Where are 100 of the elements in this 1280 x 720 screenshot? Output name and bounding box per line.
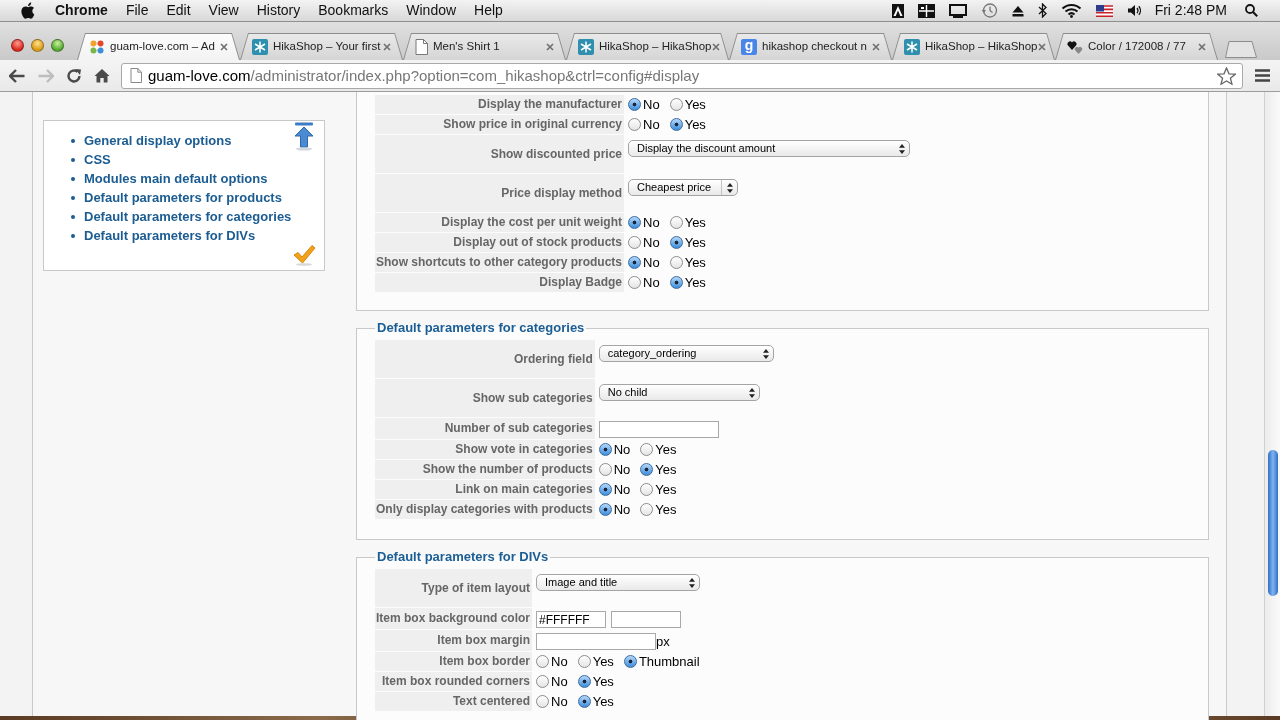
radio-label[interactable]: Yes — [684, 215, 706, 231]
radio-button[interactable] — [640, 483, 654, 497]
browser-tab[interactable]: g hikashop checkout n — [729, 33, 892, 60]
dropdown[interactable]: Image and title — [536, 574, 701, 591]
radio-button[interactable] — [598, 443, 612, 457]
dropdown[interactable]: Display the discount amount — [628, 140, 911, 157]
reload-icon[interactable] — [66, 67, 82, 84]
radio-label[interactable]: No — [551, 674, 568, 690]
radio-button[interactable] — [536, 675, 550, 689]
radio-button[interactable] — [628, 98, 642, 112]
apple-icon[interactable] — [20, 2, 35, 19]
wifi-icon[interactable] — [1060, 3, 1082, 18]
dropdown[interactable]: No child — [598, 384, 760, 401]
input-field[interactable] — [598, 421, 719, 439]
input-field[interactable] — [536, 633, 657, 651]
search-icon[interactable] — [1245, 4, 1258, 17]
radio-label[interactable]: Yes — [684, 117, 706, 133]
radio-label[interactable]: No — [613, 482, 631, 498]
address-bar[interactable]: guam-love.com/administrator/index.php?option=com_hikashop&ctrl=config#display — [121, 62, 1243, 89]
section-link[interactable]: Default parameters for DIVs — [84, 227, 256, 244]
close-icon[interactable] — [546, 42, 554, 51]
radio-label[interactable]: No — [643, 275, 660, 291]
radio-label[interactable]: Yes — [655, 462, 677, 478]
radio-button[interactable] — [628, 276, 642, 290]
dropdown[interactable]: Cheapest price — [628, 179, 739, 196]
close-icon[interactable] — [872, 42, 880, 51]
app-menu[interactable]: Chrome — [55, 2, 108, 19]
menu-item[interactable]: Edit — [166, 2, 191, 19]
radio-button[interactable] — [536, 695, 550, 709]
section-link[interactable]: Default parameters for products — [84, 189, 282, 206]
checkmark-icon[interactable] — [292, 244, 316, 266]
radio-button[interactable] — [598, 483, 612, 497]
section-link[interactable]: Modules main default options — [84, 170, 268, 187]
radio-label[interactable]: No — [613, 442, 631, 458]
close-icon[interactable] — [1037, 42, 1046, 51]
radio-button[interactable] — [669, 276, 683, 290]
close-icon[interactable] — [220, 42, 228, 51]
scrollbar-thumb[interactable] — [1268, 450, 1278, 596]
menu-item[interactable]: Window — [406, 2, 457, 19]
radio-button[interactable] — [623, 655, 637, 669]
section-link[interactable]: Default parameters for categories — [84, 208, 292, 225]
radio-button[interactable] — [536, 655, 550, 669]
maximize-button[interactable] — [51, 39, 64, 52]
radio-button[interactable] — [628, 216, 642, 230]
clock-icon[interactable] — [980, 2, 998, 19]
clock-text[interactable]: Fri 2:48 PM — [1154, 2, 1227, 19]
browser-tab[interactable]: HikaShop – HikaShop — [892, 33, 1055, 60]
minimize-button[interactable] — [31, 39, 44, 52]
menu-icon[interactable] — [1255, 69, 1270, 82]
radio-button[interactable] — [640, 503, 654, 517]
radio-label[interactable]: No — [551, 654, 568, 670]
menu-item[interactable]: History — [256, 2, 301, 19]
radio-button[interactable] — [669, 236, 683, 250]
close-icon[interactable] — [711, 42, 720, 51]
radio-button[interactable] — [577, 695, 591, 709]
browser-tab[interactable]: HikaShop – Your first — [240, 33, 403, 60]
menu-item[interactable]: Bookmarks — [318, 2, 389, 19]
star-icon[interactable] — [1217, 66, 1236, 85]
new-tab-button[interactable] — [1225, 41, 1257, 58]
input-field[interactable]: #FFFFFF — [536, 611, 607, 629]
radio-button[interactable] — [598, 463, 612, 477]
scrollbar-track[interactable] — [1264, 92, 1280, 716]
monitor-icon[interactable] — [948, 3, 967, 18]
radio-label[interactable]: No — [613, 462, 631, 478]
radio-label[interactable]: Thumbnail — [638, 654, 700, 670]
radio-label[interactable]: No — [643, 235, 660, 251]
radio-label[interactable]: Yes — [684, 97, 706, 113]
browser-tab[interactable]: HikaShop – HikaShop — [566, 33, 729, 60]
radio-label[interactable]: Yes — [592, 654, 614, 670]
grid-tile-icon[interactable] — [917, 3, 935, 18]
radio-label[interactable]: Yes — [684, 275, 706, 291]
browser-tab[interactable]: Men's Shirt 1 — [403, 33, 566, 60]
browser-tab[interactable]: Color / 172008 / 77 — [1055, 33, 1218, 60]
radio-button[interactable] — [628, 256, 642, 270]
triangle-tile-icon[interactable] — [891, 3, 904, 18]
menu-item[interactable]: Help — [474, 2, 503, 19]
radio-label[interactable]: No — [551, 694, 568, 710]
radio-button[interactable] — [640, 463, 654, 477]
radio-button[interactable] — [669, 98, 683, 112]
section-link[interactable]: CSS — [84, 151, 111, 168]
radio-button[interactable] — [628, 118, 642, 132]
menu-item[interactable]: View — [208, 2, 239, 19]
radio-button[interactable] — [640, 443, 654, 457]
radio-label[interactable]: Yes — [684, 235, 706, 251]
radio-button[interactable] — [577, 655, 591, 669]
radio-label[interactable]: No — [643, 117, 660, 133]
menu-item[interactable]: File — [125, 2, 149, 19]
bluetooth-icon[interactable] — [1037, 3, 1047, 18]
radio-button[interactable] — [577, 675, 591, 689]
color-preview-field[interactable] — [611, 611, 682, 629]
back-arrow-icon[interactable] — [9, 68, 25, 83]
radio-label[interactable]: Yes — [655, 442, 677, 458]
radio-button[interactable] — [598, 503, 612, 517]
browser-tab[interactable]: guam-love.com – Ad — [77, 33, 240, 60]
radio-label[interactable]: Yes — [592, 694, 614, 710]
close-button[interactable] — [11, 39, 24, 52]
radio-button[interactable] — [669, 256, 683, 270]
radio-label[interactable]: No — [643, 215, 660, 231]
radio-label[interactable]: Yes — [655, 482, 677, 498]
radio-label[interactable]: No — [613, 502, 631, 518]
